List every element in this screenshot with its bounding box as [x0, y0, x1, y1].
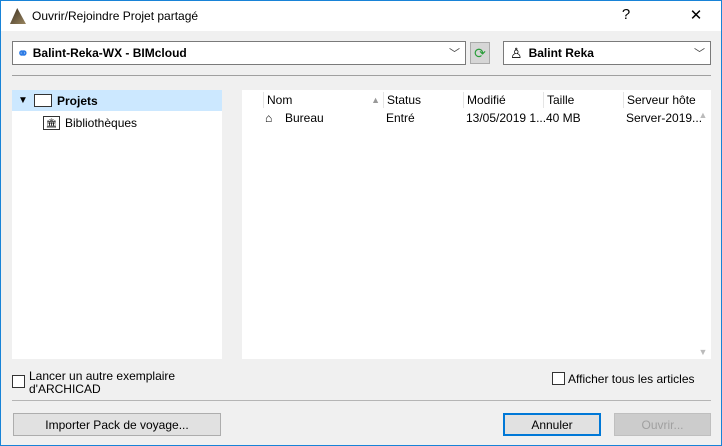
column-label: Status	[387, 93, 422, 107]
chevron-down-icon: ﹀	[694, 48, 705, 60]
server-combo-value: Balint-Reka-WX - BIMcloud	[32, 46, 187, 60]
open-button[interactable]: Ouvrir...	[614, 413, 711, 436]
divider	[12, 75, 711, 76]
launch-other-checkbox[interactable]	[12, 375, 25, 388]
column-label: Modifié	[467, 93, 506, 107]
cell-host: Server-2019...	[626, 111, 703, 125]
user-icon: ♙	[510, 44, 523, 61]
column-header-modifie[interactable]: Modifié	[463, 92, 543, 108]
column-label: Nom	[267, 93, 293, 107]
cell-status: Entré	[386, 111, 415, 125]
title-bar: Ouvrir/Rejoindre Projet partagé ? ✕	[1, 1, 721, 31]
bimcloud-server-icon: ⚭	[17, 44, 29, 61]
column-header-nom[interactable]: Nom ▲	[263, 92, 383, 108]
column-label: Serveur hôte	[627, 93, 696, 107]
column-header-status[interactable]: Status	[383, 92, 463, 108]
tree-item-bibliotheques[interactable]: 🏛 Bibliothèques	[12, 112, 222, 133]
help-button[interactable]: ?	[611, 6, 641, 23]
scroll-up-icon[interactable]: ▲	[695, 110, 711, 120]
user-combo-value: Balint Reka	[528, 46, 594, 60]
tree-item-projets[interactable]: ▼ Projets	[12, 90, 222, 111]
divider	[12, 400, 711, 401]
user-combo[interactable]: ♙ Balint Reka ﹀	[503, 41, 711, 65]
close-button[interactable]: ✕	[681, 6, 711, 24]
archicad-app-icon	[10, 8, 26, 24]
cell-modified: 13/05/2019 1...	[466, 111, 547, 125]
refresh-icon: ⟳	[474, 44, 486, 61]
cancel-button[interactable]: Annuler	[503, 413, 601, 436]
sort-ascending-icon: ▲	[371, 95, 380, 105]
dialog-window: Ouvrir/Rejoindre Projet partagé ? ✕ ⚭ Ba…	[0, 0, 722, 446]
show-all-checkbox[interactable]	[552, 372, 565, 385]
scroll-down-icon[interactable]: ▼	[695, 347, 711, 357]
shared-project-icon: ⌂	[265, 111, 273, 125]
project-list: Nom ▲ Status Modifié Taille Serveur hôte …	[242, 90, 711, 359]
window-title: Ouvrir/Rejoindre Projet partagé	[32, 9, 199, 23]
folder-tree: ▼ Projets 🏛 Bibliothèques	[12, 90, 222, 359]
tree-item-label: Bibliothèques	[65, 115, 138, 130]
expand-chevron-icon[interactable]: ▼	[18, 95, 32, 106]
column-header-serveur[interactable]: Serveur hôte	[623, 92, 696, 108]
library-folder-icon: 🏛	[43, 115, 60, 130]
folder-icon	[34, 94, 52, 107]
server-combo[interactable]: ⚭ Balint-Reka-WX - BIMcloud ﹀	[12, 41, 466, 65]
vertical-scrollbar[interactable]: ▲ ▼	[695, 108, 711, 359]
show-all-label: Afficher tous les articles	[568, 372, 695, 386]
column-header-taille[interactable]: Taille	[543, 92, 623, 108]
tree-item-label: Projets	[57, 93, 98, 108]
column-label: Taille	[547, 93, 575, 107]
cell-size: 40 MB	[546, 111, 581, 125]
launch-other-label: Lancer un autre exemplaire d'ARCHICAD	[29, 369, 176, 396]
import-travel-pack-button[interactable]: Importer Pack de voyage...	[13, 413, 221, 436]
chevron-down-icon: ﹀	[449, 48, 460, 60]
refresh-button[interactable]: ⟳	[470, 42, 490, 64]
cell-name: Bureau	[285, 111, 324, 125]
